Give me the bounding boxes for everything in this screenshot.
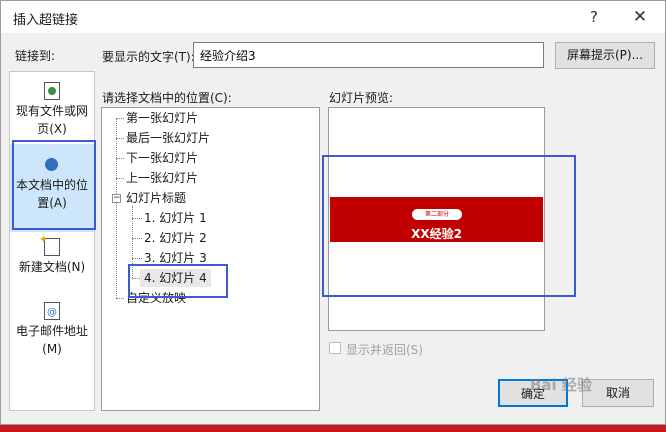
link-to-existing-file[interactable]: 现有文件或网 页(X) (10, 82, 94, 142)
tree-connector (116, 298, 124, 299)
show-and-return-label: 显示并返回(S) (346, 343, 423, 357)
link-to-new-document[interactable]: 新建文档(N) (10, 231, 94, 298)
place-in-document-label: 请选择文档中的位置(C): (102, 91, 232, 105)
existing-file-label-line2: 页(X) (37, 122, 67, 136)
existing-file-icon (44, 82, 60, 100)
annotation-box-place-in-document (12, 140, 96, 230)
text-to-display-input[interactable] (193, 42, 544, 68)
email-label-line1: 电子邮件地址 (15, 324, 88, 338)
tree-item-slide-titles[interactable]: 幻灯片标题 (126, 189, 186, 207)
tree-item-slide-2[interactable]: 2. 幻灯片 2 (144, 229, 207, 247)
text-to-display-label: 要显示的文字(T): (102, 50, 195, 64)
dialog-title: 插入超链接 (13, 13, 79, 28)
email-label-line2: (M) (42, 342, 62, 356)
email-icon (44, 302, 60, 322)
slide-preview-label: 幻灯片预览: (329, 91, 394, 105)
baidu-watermark: Bai 经验 (530, 376, 592, 394)
screentip-button[interactable]: 屏幕提示(P)... (555, 42, 655, 69)
new-document-icon (39, 231, 60, 256)
annotation-box-slide-4 (128, 264, 228, 298)
help-button[interactable]: ? (579, 5, 609, 29)
link-to-label: 链接到: (15, 49, 56, 63)
existing-file-label-line1: 现有文件或网 (15, 104, 88, 118)
new-document-label: 新建文档(N) (18, 260, 86, 274)
show-and-return-checkbox[interactable] (329, 342, 341, 354)
tree-connector (116, 138, 124, 139)
tree-connector (132, 218, 142, 219)
title-bar: 插入超链接 ? ✕ (1, 1, 665, 33)
tree-connector (116, 178, 124, 179)
link-to-email-address[interactable]: 电子邮件地址 (M) (10, 302, 94, 382)
tree-item-next-slide[interactable]: 下一张幻灯片 (126, 149, 198, 167)
link-to-sidebar: 现有文件或网 页(X) 本文档中的位 置(A) 新建文档(N) 电子邮件地址 (… (9, 71, 95, 411)
collapse-icon[interactable]: − (112, 194, 121, 203)
tree-item-previous-slide[interactable]: 上一张幻灯片 (126, 169, 198, 187)
tree-connector (132, 258, 142, 259)
tree-connector (116, 158, 124, 159)
tree-connector (132, 238, 142, 239)
annotation-box-slide-preview (322, 155, 576, 297)
tree-item-slide-1[interactable]: 1. 幻灯片 1 (144, 209, 207, 227)
tree-item-first-slide[interactable]: 第一张幻灯片 (126, 109, 198, 127)
tree-item-last-slide[interactable]: 最后一张幻灯片 (126, 129, 210, 147)
tree-connector (116, 118, 117, 298)
close-button[interactable]: ✕ (625, 5, 655, 29)
tree-connector (116, 118, 124, 119)
document-place-tree[interactable]: 第一张幻灯片 最后一张幻灯片 下一张幻灯片 上一张幻灯片 − 幻灯片标题 1. … (101, 107, 320, 411)
cancel-button[interactable]: 取消 (582, 379, 654, 407)
